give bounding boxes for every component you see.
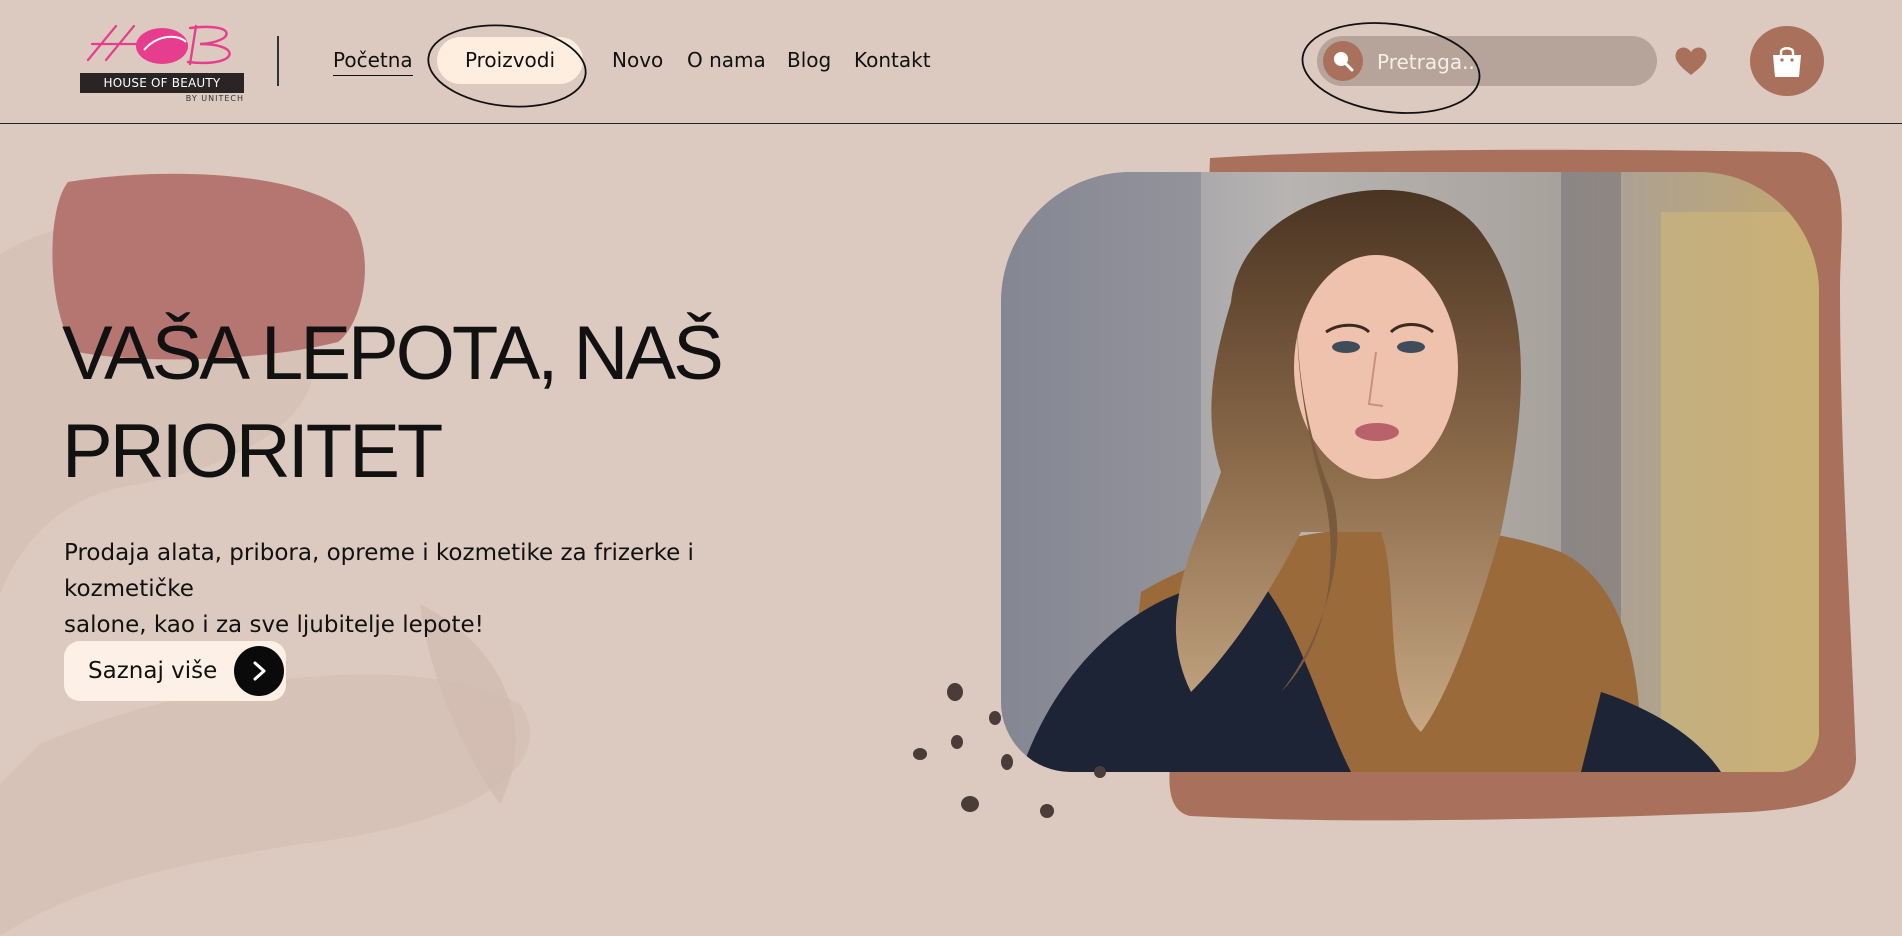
hero-subtitle: Prodaja alata, pribora, opreme i kozmeti… xyxy=(64,535,824,643)
chevron-right-icon xyxy=(253,661,266,681)
hero-title-line2: PRIORITET xyxy=(62,409,443,494)
brand-tagline: BY UNITECH xyxy=(185,94,244,103)
decorative-dots xyxy=(913,683,1106,818)
brand-name: HOUSE OF BEAUTY xyxy=(80,73,244,93)
hero-subtitle-line1: Prodaja alata, pribora, opreme i kozmeti… xyxy=(64,540,694,602)
hero-subtitle-line2: salone, kao i za sve ljubitelje lepote! xyxy=(64,612,484,638)
learn-more-button[interactable]: Saznaj više xyxy=(64,641,286,701)
nav-item-blog[interactable]: Blog xyxy=(787,44,831,76)
header-divider xyxy=(277,36,279,86)
hero-portrait-illustration xyxy=(1001,172,1819,772)
shopping-bag-icon xyxy=(1773,47,1801,77)
hero-title: VAŠA LEPOTA, NAŠ PRIORITET xyxy=(62,305,822,501)
search-button[interactable] xyxy=(1323,41,1363,81)
nav-item-pocetna[interactable]: Početna xyxy=(333,44,413,76)
site-header: HOUSE OF BEAUTY BY UNITECH Početna Proiz… xyxy=(0,0,1902,124)
search-bar[interactable] xyxy=(1317,36,1657,86)
cta-arrow xyxy=(234,646,284,696)
hero-title-line1: VAŠA LEPOTA, NAŠ xyxy=(62,311,724,396)
cart-button[interactable] xyxy=(1750,26,1824,96)
hob-logo-mark-icon xyxy=(86,24,231,66)
nav-item-o-nama[interactable]: O nama xyxy=(687,44,766,76)
nav-item-proizvodi[interactable]: Proizvodi xyxy=(437,37,583,84)
search-input[interactable] xyxy=(1375,44,1639,80)
brand-logo[interactable]: HOUSE OF BEAUTY BY UNITECH xyxy=(78,20,248,106)
learn-more-label: Saznaj više xyxy=(88,658,218,684)
nav-item-proizvodi-label: Proizvodi xyxy=(464,48,556,72)
nav-item-kontakt[interactable]: Kontakt xyxy=(854,44,931,76)
hero-image xyxy=(1001,172,1819,772)
nav-item-novo[interactable]: Novo xyxy=(612,44,663,76)
search-icon xyxy=(1334,52,1354,72)
heart-icon[interactable] xyxy=(1674,45,1708,77)
